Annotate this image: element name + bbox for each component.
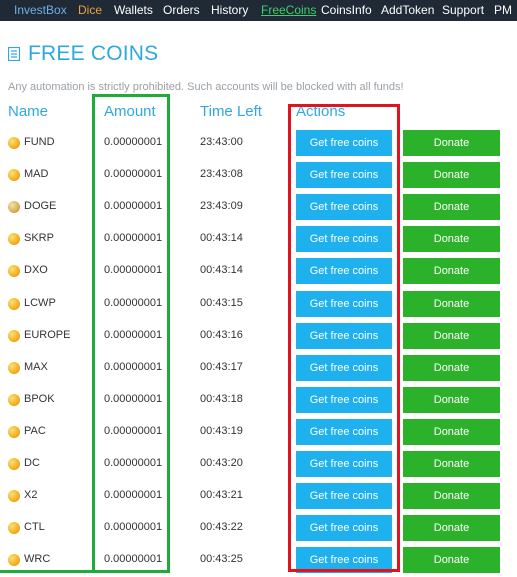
coin-icon bbox=[8, 169, 20, 181]
time-left: 00:43:15 bbox=[200, 297, 243, 309]
table-row: DC 0.00000001 00:43:20 Get free coins Donate bbox=[0, 448, 517, 480]
coin-name: MAD bbox=[24, 168, 49, 180]
coin-icon bbox=[8, 362, 20, 374]
coin-icon bbox=[8, 426, 20, 438]
name-column-header: Name bbox=[8, 103, 49, 120]
coin-icon bbox=[8, 394, 20, 406]
time-left: 00:43:14 bbox=[200, 232, 243, 244]
nav-wallets[interactable]: Wallets bbox=[114, 3, 153, 17]
time-left-column-header: Time Left bbox=[200, 103, 262, 120]
table-row: BPOK 0.00000001 00:43:18 Get free coins Dona… bbox=[0, 384, 517, 416]
document-icon bbox=[8, 47, 20, 61]
coin-name: CTL bbox=[24, 521, 45, 533]
donate-button[interactable]: Donate bbox=[403, 258, 500, 284]
coin-name: EUROPE bbox=[24, 329, 71, 341]
time-left: 00:43:14 bbox=[200, 264, 243, 276]
donate-button[interactable]: Donate bbox=[403, 355, 500, 381]
donate-button[interactable]: Donate bbox=[403, 323, 500, 349]
time-left: 00:43:20 bbox=[200, 457, 243, 469]
donate-button[interactable]: Donate bbox=[403, 547, 500, 573]
nav-investbox[interactable]: InvestBox bbox=[14, 3, 67, 17]
automation-warning: Any automation is strictly prohibited. S… bbox=[8, 81, 404, 93]
coin-name: DC bbox=[24, 457, 40, 469]
table-row: MAD 0.00000001 23:43:08 Get free coins Donat… bbox=[0, 159, 517, 191]
coin-icon bbox=[8, 233, 20, 245]
coin-name: SKRP bbox=[24, 232, 54, 244]
coin-icon bbox=[8, 490, 20, 502]
time-left: 00:43:18 bbox=[200, 393, 243, 405]
donate-button[interactable]: Donate bbox=[403, 483, 500, 509]
donate-button[interactable]: Donate bbox=[403, 194, 500, 220]
nav-dice[interactable]: Dice bbox=[78, 3, 102, 17]
coin-icon bbox=[8, 298, 20, 310]
coin-name: X2 bbox=[24, 489, 38, 501]
actions-column-highlight bbox=[288, 104, 400, 572]
coin-icon bbox=[8, 522, 20, 534]
coin-name: BPOK bbox=[24, 393, 55, 405]
coin-name: DXO bbox=[24, 264, 48, 276]
table-row: MAX 0.00000001 00:43:17 Get free coins Donat… bbox=[0, 352, 517, 384]
doge-icon bbox=[8, 201, 20, 213]
nav-history[interactable]: History bbox=[211, 3, 248, 17]
donate-button[interactable]: Donate bbox=[403, 291, 500, 317]
nav-support[interactable]: Support bbox=[442, 3, 484, 17]
time-left: 23:43:08 bbox=[200, 168, 243, 180]
coin-icon bbox=[8, 458, 20, 470]
time-left: 00:43:16 bbox=[200, 329, 243, 341]
amount-underline-highlight bbox=[0, 570, 105, 573]
coin-name: MAX bbox=[24, 361, 48, 373]
time-left: 00:43:25 bbox=[200, 553, 243, 565]
donate-button[interactable]: Donate bbox=[403, 515, 500, 541]
amount-column-highlight bbox=[92, 94, 170, 573]
coin-icon bbox=[8, 265, 20, 277]
coin-icon bbox=[8, 330, 20, 342]
nav-orders[interactable]: Orders bbox=[163, 3, 200, 17]
nav-freecoins[interactable]: FreeCoins bbox=[261, 3, 316, 17]
table-row: X2 0.00000001 00:43:21 Get free coins Donate bbox=[0, 480, 517, 512]
page-header: FREE COINS bbox=[8, 42, 158, 66]
time-left: 00:43:17 bbox=[200, 361, 243, 373]
donate-button[interactable]: Donate bbox=[403, 419, 500, 445]
nav-pm[interactable]: PM bbox=[494, 3, 512, 17]
table-row: PAC 0.00000001 00:43:19 Get free coins Donat… bbox=[0, 416, 517, 448]
time-left: 23:43:09 bbox=[200, 200, 243, 212]
time-left: 00:43:21 bbox=[200, 489, 243, 501]
coin-name: DOGE bbox=[24, 200, 57, 212]
table-row: CTL 0.00000001 00:43:22 Get free coins Donat… bbox=[0, 512, 517, 544]
table-row: FUND 0.00000001 23:43:00 Get free coins Dona… bbox=[0, 127, 517, 159]
table-row: DXO 0.00000001 00:43:14 Get free coins Donat… bbox=[0, 255, 517, 287]
table-row: DOGE 0.00000001 23:43:09 Get free coins Dona… bbox=[0, 191, 517, 223]
time-left: 00:43:19 bbox=[200, 425, 243, 437]
table-row: LCWP 0.00000001 00:43:15 Get free coins Dona… bbox=[0, 288, 517, 320]
page-title: FREE COINS bbox=[28, 42, 159, 65]
coin-name: WRC bbox=[24, 553, 51, 565]
table-row: EUROPE 0.00000001 00:43:16 Get free coins Do… bbox=[0, 320, 517, 352]
time-left: 00:43:22 bbox=[200, 521, 243, 533]
time-left: 23:43:00 bbox=[200, 136, 243, 148]
nav-addtoken[interactable]: AddToken bbox=[381, 3, 434, 17]
donate-button[interactable]: Donate bbox=[403, 387, 500, 413]
donate-button[interactable]: Donate bbox=[403, 130, 500, 156]
donate-button[interactable]: Donate bbox=[403, 451, 500, 477]
top-nav: InvestBox Dice Wallets Orders History FreeCoi… bbox=[0, 0, 517, 21]
coin-name: LCWP bbox=[24, 297, 56, 309]
nav-coinsinfo[interactable]: CoinsInfo bbox=[321, 3, 372, 17]
table-row: SKRP 0.00000001 00:43:14 Get free coins Dona… bbox=[0, 223, 517, 255]
coin-icon bbox=[8, 554, 20, 566]
coin-icon bbox=[8, 137, 20, 149]
donate-button[interactable]: Donate bbox=[403, 226, 500, 252]
coin-name: FUND bbox=[24, 136, 55, 148]
coin-name: PAC bbox=[24, 425, 46, 437]
donate-button[interactable]: Donate bbox=[403, 162, 500, 188]
